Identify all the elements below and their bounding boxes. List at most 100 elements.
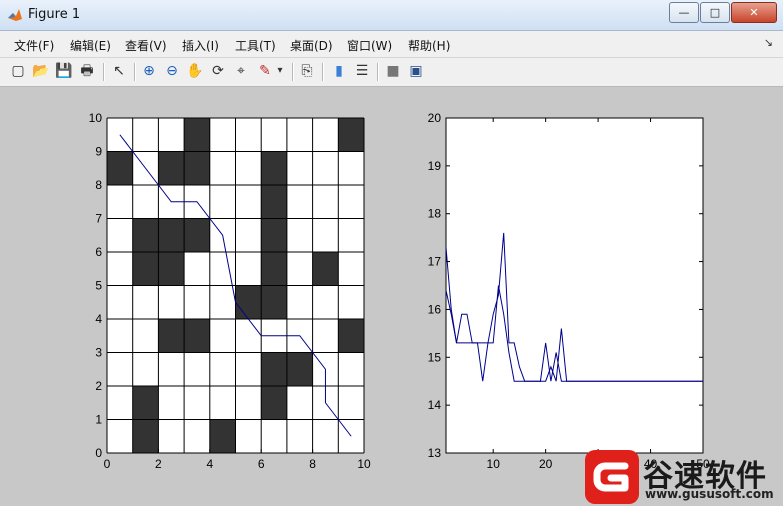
obstacle-cell <box>132 386 159 420</box>
matlab-icon <box>8 9 22 21</box>
obstacle-cell <box>184 151 210 185</box>
dock-arrow-icon[interactable]: ↘ <box>764 36 773 49</box>
fitness-curve-axes[interactable]: 10203040501314151617181920 <box>428 111 710 471</box>
obstacle-cell <box>158 218 185 252</box>
obstacle-cell <box>209 419 236 453</box>
x-tick-label: 8 <box>309 457 316 471</box>
x-tick-label: 2 <box>155 457 162 471</box>
x-tick-label: 6 <box>258 457 265 471</box>
y-tick-label: 1 <box>95 413 102 427</box>
obstacle-cell <box>261 151 287 185</box>
obstacle-cell <box>184 319 210 353</box>
y-tick-label: 13 <box>428 446 442 460</box>
obstacle-cell <box>312 252 339 286</box>
obstacle-cell <box>184 118 210 152</box>
brush-dropdown-icon[interactable]: ▾ <box>275 62 285 80</box>
y-tick-label: 6 <box>95 245 102 259</box>
y-tick-label: 3 <box>95 346 102 360</box>
watermark-url: www.gususoft.com <box>645 487 774 501</box>
hide-plot-tools-icon[interactable]: ■ <box>384 62 402 80</box>
menu-window[interactable]: 窗口(W) <box>347 37 392 54</box>
x-tick-label: 0 <box>104 457 111 471</box>
open-file-icon[interactable]: 📂 <box>32 62 50 80</box>
obstacle-cell <box>286 352 313 386</box>
obstacle-cell <box>261 252 287 286</box>
figure-svg: 0246810012345678910 10203040501314151617… <box>89 111 710 471</box>
toolbar-separator <box>134 63 136 81</box>
rotate-3d-icon[interactable]: ⟳ <box>209 62 227 80</box>
y-tick-label: 5 <box>95 279 102 293</box>
obstacle-cell <box>107 151 133 185</box>
close-button[interactable]: ✕ <box>731 2 777 23</box>
zoom-out-icon[interactable]: ⊖ <box>163 62 181 80</box>
data-cursor-icon[interactable]: ⌖ <box>232 62 250 80</box>
show-plot-tools-icon[interactable]: ▣ <box>407 62 425 80</box>
y-tick-label: 2 <box>95 379 102 393</box>
y-tick-label: 0 <box>95 446 102 460</box>
y-tick-label: 8 <box>95 178 102 192</box>
menu-tools[interactable]: 工具(T) <box>235 37 276 54</box>
obstacle-cell <box>261 185 287 219</box>
grid-map-axes[interactable]: 0 2 4 6 8 10 0 1 2 3 4 5 6 7 8 9 10 <box>89 111 371 471</box>
obstacle-cell <box>158 319 185 353</box>
figure-canvas: 0246810012345678910 10203040501314151617… <box>6 88 777 500</box>
zoom-in-icon[interactable]: ⊕ <box>140 62 158 80</box>
y-tick-label: 18 <box>428 207 442 221</box>
obstacle-cell <box>158 151 185 185</box>
print-icon[interactable]: 🖶 <box>78 62 96 80</box>
watermark: 谷速软件 www.gususoft.com <box>585 447 783 506</box>
save-icon[interactable]: 💾 <box>55 62 73 80</box>
toolbar-separator <box>322 63 324 81</box>
x-tick-label: 20 <box>539 457 553 471</box>
y-tick-label: 17 <box>428 255 442 269</box>
menu-help[interactable]: 帮助(H) <box>408 37 450 54</box>
link-plot-icon[interactable]: ⎘ <box>298 62 316 80</box>
menu-view[interactable]: 查看(V) <box>125 37 167 54</box>
y-tick-label: 19 <box>428 159 442 173</box>
obstacle-cell <box>132 419 159 453</box>
y-tick-label: 16 <box>428 302 442 316</box>
x-tick-label: 10 <box>357 457 371 471</box>
obstacle-cell <box>261 386 287 420</box>
figure-window: Figure 1 — □ ✕ 文件(F) 编辑(E) 查看(V) 插入(I) 工… <box>0 0 783 506</box>
y-tick-label: 10 <box>89 111 103 125</box>
menu-file[interactable]: 文件(F) <box>14 37 54 54</box>
watermark-logo <box>585 450 639 504</box>
window-title: Figure 1 <box>28 7 81 22</box>
toolbar-separator <box>292 63 294 81</box>
menu-bar: 文件(F) 编辑(E) 查看(V) 插入(I) 工具(T) 桌面(D) 窗口(W… <box>0 31 783 58</box>
toolbar-separator <box>377 63 379 81</box>
obstacle-cell <box>158 252 185 286</box>
plot-area <box>445 117 704 454</box>
figure-toolbar: ▢ 📂 💾 🖶 ↖ ⊕ ⊖ ✋ ⟳ ⌖ ✎ ▾ ⎘ ▮ ☰ ■ ▣ <box>0 58 783 87</box>
new-figure-icon[interactable]: ▢ <box>9 62 27 80</box>
pan-icon[interactable]: ✋ <box>186 62 204 80</box>
menu-edit[interactable]: 编辑(E) <box>70 37 111 54</box>
obstacle-cell <box>338 319 364 353</box>
y-tick-label: 9 <box>95 145 102 159</box>
obstacle-cell <box>261 218 287 252</box>
brush-icon[interactable]: ✎ <box>256 62 274 80</box>
obstacle-cell <box>235 285 262 319</box>
y-tick-label: 4 <box>95 312 102 326</box>
y-tick-label: 14 <box>428 398 442 412</box>
x-tick-label: 4 <box>206 457 213 471</box>
minimize-button[interactable]: — <box>669 2 699 23</box>
obstacle-cell <box>261 285 287 319</box>
toolbar-separator <box>103 63 105 81</box>
menu-desktop[interactable]: 桌面(D) <box>290 37 333 54</box>
obstacle-cell <box>184 218 210 252</box>
obstacle-cell <box>338 118 364 152</box>
y-tick-label: 7 <box>95 212 102 226</box>
obstacle-cell <box>132 252 159 286</box>
x-tick-label: 10 <box>487 457 501 471</box>
y-tick-label: 15 <box>428 350 442 364</box>
title-bar[interactable]: Figure 1 — □ ✕ <box>0 0 783 31</box>
obstacle-cell <box>261 352 287 386</box>
maximize-button[interactable]: □ <box>700 2 730 23</box>
legend-icon[interactable]: ☰ <box>353 62 371 80</box>
pointer-icon[interactable]: ↖ <box>110 62 128 80</box>
obstacle-cell <box>132 218 159 252</box>
menu-insert[interactable]: 插入(I) <box>182 37 219 54</box>
colorbar-icon[interactable]: ▮ <box>330 62 348 80</box>
